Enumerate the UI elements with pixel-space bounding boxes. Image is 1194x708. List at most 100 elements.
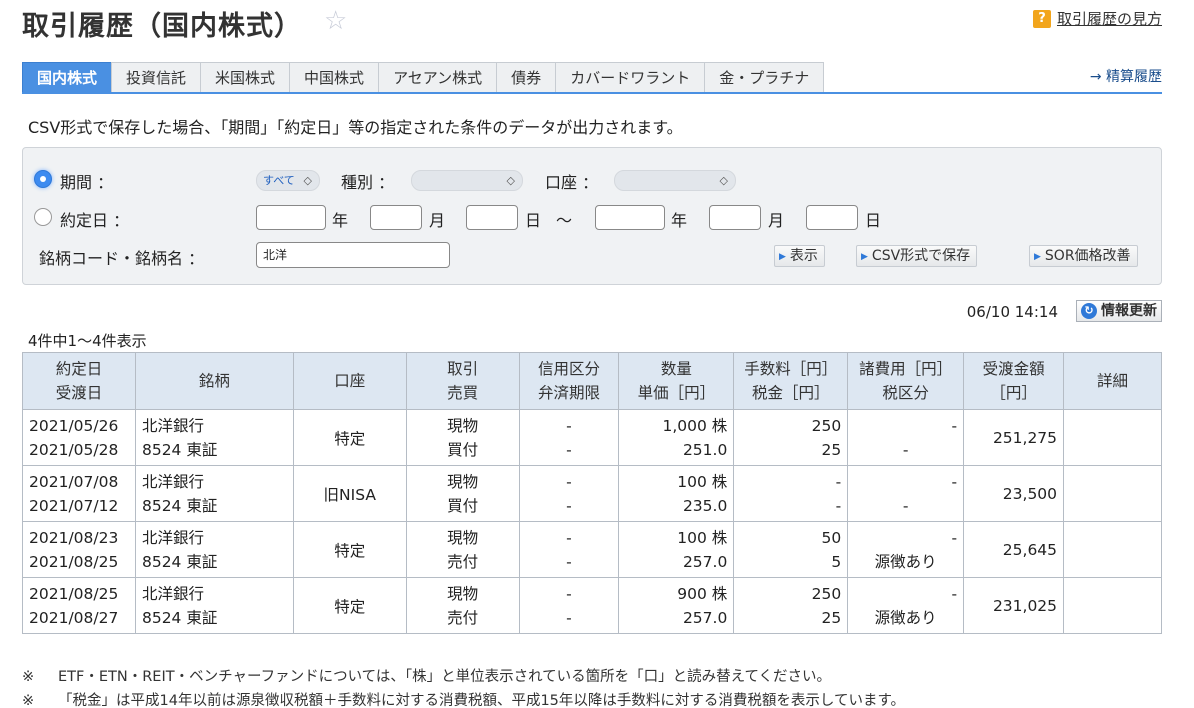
cell-trade: 現物 買付	[405, 409, 520, 466]
account-label: 口座 ：	[545, 173, 599, 192]
cell-costs: --	[847, 465, 965, 522]
to-day-input[interactable]	[806, 205, 858, 230]
cell-account: 特定	[292, 521, 407, 578]
header-account: 口座	[292, 352, 407, 410]
period-select[interactable]: すべて ◇	[256, 170, 320, 191]
header-trade-date: 約定日 受渡日	[22, 352, 136, 410]
table-row: 2021/08/23 2021/08/25 北洋銀行 8524 東証 特定 現物 売付…	[22, 521, 1162, 578]
account-select[interactable]: ◇	[614, 170, 736, 191]
cell-account: 旧NISA	[292, 465, 407, 522]
stock-code-input[interactable]: 北洋	[256, 242, 450, 268]
stock-code-label: 銘柄コード・銘柄名 ：	[39, 249, 205, 268]
page-title: 取引履歴（国内株式）	[22, 11, 302, 42]
period-select-value: すべて	[263, 174, 295, 187]
help-link-group[interactable]: ? 取引履歴の見方	[1032, 8, 1162, 29]
to-day-label: 日	[865, 211, 882, 230]
sor-button-label: SOR価格改善	[1044, 248, 1131, 264]
cell-account: 特定	[292, 409, 407, 466]
trade-date-label: 約定日 ：	[60, 211, 130, 230]
product-tabs: 国内株式 投資信託 米国株式 中国株式 アセアン株式 債券 カバードワラント 金…	[22, 62, 825, 93]
footnote-text: 「税金」は平成14年以前は源泉徴収税額＋手数料に対する消費税額、平成15年以降は…	[58, 693, 906, 708]
tab-asean-stock[interactable]: アセアン株式	[378, 62, 498, 93]
tab-us-stock[interactable]: 米国株式	[200, 62, 291, 93]
cell-quantity: 1,000 株 251.0	[618, 409, 735, 466]
sor-button[interactable]: ▶ SOR価格改善	[1029, 245, 1138, 267]
tab-china-stock[interactable]: 中国株式	[289, 62, 380, 93]
timestamp: 06/10 14:14	[966, 303, 1058, 321]
cell-stock: 北洋銀行 8524 東証	[134, 521, 294, 578]
cell-fee: 250 25	[733, 409, 849, 466]
cell-detail[interactable]	[1063, 465, 1162, 522]
header-trade: 取引 売買	[405, 352, 520, 410]
tab-covered-warrant[interactable]: カバードワラント	[555, 62, 706, 93]
cell-stock: 北洋銀行 8524 東証	[134, 409, 294, 466]
from-day-input[interactable]	[466, 205, 518, 230]
from-month-input[interactable]	[370, 205, 422, 230]
type-label: 種別 ：	[341, 173, 395, 192]
triangle-right-icon: ▶	[779, 252, 786, 262]
period-radio[interactable]	[34, 170, 52, 188]
header-fee: 手数料［円］ 税金［円］	[733, 352, 849, 410]
period-label: 期間 ：	[60, 173, 114, 192]
cell-stock: 北洋銀行 8524 東証	[134, 577, 294, 634]
cell-credit: --	[518, 521, 620, 578]
trade-date-radio[interactable]	[34, 208, 52, 226]
csv-save-button[interactable]: ▶ CSV形式で保存	[856, 245, 978, 267]
to-month-label: 月	[768, 211, 785, 230]
to-month-input[interactable]	[709, 205, 761, 230]
cell-detail[interactable]	[1063, 577, 1162, 634]
triangle-right-icon: ▶	[1034, 252, 1041, 262]
cell-credit: --	[518, 577, 620, 634]
cell-stock: 北洋銀行 8524 東証	[134, 465, 294, 522]
trade-history-table: 約定日 受渡日 銘柄 口座 取引 売買 信用区分 弁済期限 数量 単価［円］ 手数料［円…	[22, 352, 1162, 634]
cell-detail[interactable]	[1063, 409, 1162, 466]
header-quantity: 数量 単価［円］	[618, 352, 735, 410]
footnotes: ※ ETF・ETN・REIT・ベンチャーファンドについては、「株」と単位表示され…	[22, 665, 905, 708]
cell-trade: 現物 売付	[405, 577, 520, 634]
cell-quantity: 100 株 257.0	[618, 521, 735, 578]
cell-credit: --	[518, 465, 620, 522]
result-count: 4件中1〜4件表示	[28, 332, 147, 350]
chevron-updown-icon: ◇	[303, 174, 312, 187]
from-year-label: 年	[332, 211, 349, 230]
help-link[interactable]: 取引履歴の見方	[1057, 8, 1162, 29]
table-row: 2021/07/08 2021/07/12 北洋銀行 8524 東証 旧NISA 現…	[22, 465, 1162, 522]
cell-costs: - 源徴あり	[847, 521, 965, 578]
cell-costs: --	[847, 409, 965, 466]
cell-account: 特定	[292, 577, 407, 634]
footnote-mark: ※	[22, 669, 35, 685]
show-button[interactable]: ▶ 表示	[774, 245, 825, 267]
refresh-icon: ↻	[1081, 303, 1097, 319]
cell-amount: 23,500	[963, 465, 1065, 522]
tab-bonds[interactable]: 債券	[496, 62, 557, 93]
refresh-button[interactable]: ↻ 情報更新	[1076, 300, 1162, 322]
to-year-input[interactable]	[595, 205, 665, 230]
cell-dates: 2021/08/23 2021/08/25	[22, 521, 136, 578]
table-row: 2021/08/25 2021/08/27 北洋銀行 8524 東証 特定 現物 売付…	[22, 577, 1162, 634]
cell-dates: 2021/07/08 2021/07/12	[22, 465, 136, 522]
cell-detail[interactable]	[1063, 521, 1162, 578]
settlement-history-link[interactable]: → 精算履歴	[1090, 66, 1162, 86]
cell-costs: - 源徴あり	[847, 577, 965, 634]
type-select[interactable]: ◇	[411, 170, 523, 191]
footnote-text: ETF・ETN・REIT・ベンチャーファンドについては、「株」と単位表示されてい…	[58, 669, 832, 685]
table-header-row: 約定日 受渡日 銘柄 口座 取引 売買 信用区分 弁済期限 数量 単価［円］ 手数料［円…	[22, 352, 1162, 410]
header-costs: 諸費用［円］ 税区分	[847, 352, 965, 410]
chevron-updown-icon: ◇	[506, 174, 515, 187]
cell-trade: 現物 買付	[405, 465, 520, 522]
question-icon: ?	[1032, 9, 1051, 28]
tab-gold-platinum[interactable]: 金・プラチナ	[704, 62, 825, 93]
tab-investment-trust[interactable]: 投資信託	[111, 62, 202, 93]
star-icon[interactable]: ☆	[324, 6, 347, 36]
header-credit: 信用区分 弁済期限	[518, 352, 620, 410]
cell-dates: 2021/08/25 2021/08/27	[22, 577, 136, 634]
cell-amount: 25,645	[963, 521, 1065, 578]
from-year-input[interactable]	[256, 205, 326, 230]
cell-amount: 231,025	[963, 577, 1065, 634]
footnote: ※ 「税金」は平成14年以前は源泉徴収税額＋手数料に対する消費税額、平成15年以…	[22, 689, 905, 708]
tab-domestic-stock[interactable]: 国内株式	[22, 62, 113, 93]
tab-underline	[22, 92, 1162, 94]
header-detail: 詳細	[1063, 352, 1162, 410]
footnote-mark: ※	[22, 693, 35, 708]
cell-fee: --	[733, 465, 849, 522]
